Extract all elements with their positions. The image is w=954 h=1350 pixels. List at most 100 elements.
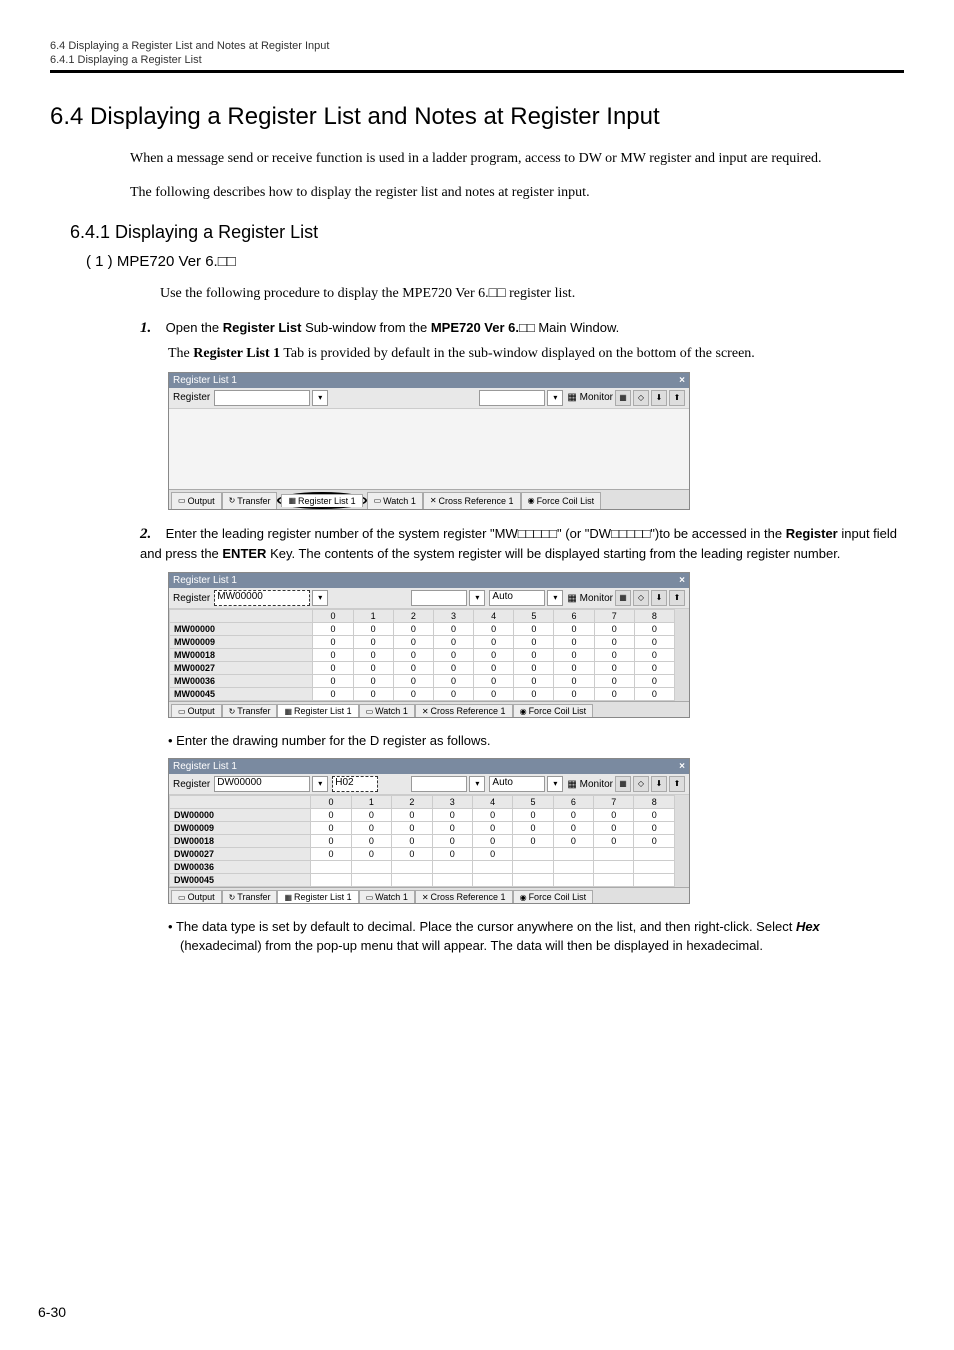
tab-transfer[interactable]: ↻Transfer <box>222 704 278 717</box>
running-head-1: 6.4 Displaying a Register List and Notes… <box>50 40 904 52</box>
ss3-title: Register List 1 <box>173 761 237 772</box>
subsection-body: Use the following procedure to display t… <box>160 284 904 304</box>
coil-icon: ◉ <box>520 707 527 716</box>
page-number: 6-30 <box>38 1304 66 1320</box>
bullet-2-c: (hexadecimal) from the pop-up menu that … <box>180 938 763 953</box>
close-icon[interactable]: × <box>679 761 685 772</box>
watch-icon: ▭ <box>366 893 374 902</box>
intro-para-1: When a message send or receive function … <box>130 149 904 169</box>
ss3-register-input[interactable]: DW00000 <box>214 776 310 792</box>
toolbar-icon[interactable]: ⬇ <box>651 390 667 406</box>
chevron-down-icon[interactable]: ▾ <box>547 590 563 606</box>
ss2-titlebar: Register List 1 × <box>169 573 689 588</box>
grid-icon: ▦ <box>284 707 292 716</box>
step-1-text-a: Open the <box>166 320 223 335</box>
tab-force-coil[interactable]: ◉Force Coil List <box>513 704 594 717</box>
toolbar-icon[interactable]: ▦ <box>615 590 631 606</box>
tab-force-coil[interactable]: ◉Force Coil List <box>513 890 594 903</box>
ss2-toolbar: Register MW00000 ▾ ▾ Auto ▾ ▦ Monitor ▦ … <box>169 588 689 609</box>
toolbar-icon[interactable]: ⬇ <box>651 776 667 792</box>
screenshot-3: Register List 1 × Register DW00000 ▾ H02… <box>168 758 690 904</box>
ss2-register-input[interactable]: MW00000 <box>214 590 310 606</box>
tab-transfer[interactable]: ↻Transfer <box>222 890 278 903</box>
tab-cross-ref[interactable]: ✕Cross Reference 1 <box>415 890 513 903</box>
toolbar-icon[interactable]: ◇ <box>633 776 649 792</box>
step-1-text-d: MPE720 Ver 6.□□ <box>431 320 535 335</box>
tab-watch[interactable]: ▭Watch 1 <box>359 704 415 717</box>
chevron-down-icon[interactable]: ▾ <box>469 776 485 792</box>
tab-register-list[interactable]: ▦Register List 1 <box>281 494 362 507</box>
tab-register-list[interactable]: ▦Register List 1 <box>277 704 358 717</box>
toolbar-icon[interactable]: ▦ <box>615 776 631 792</box>
bullet-2: The data type is set by default to decim… <box>168 918 904 954</box>
ss2-mode-dropdown[interactable]: Auto <box>489 590 545 606</box>
toolbar-icon[interactable]: ⬆ <box>669 590 685 606</box>
chevron-down-icon[interactable]: ▾ <box>312 590 328 606</box>
toolbar-icon[interactable]: ◇ <box>633 590 649 606</box>
ss2-register-label: Register <box>173 593 210 604</box>
ss1-tabs: ▭Output ↻Transfer ▦Register List 1 ▭Watc… <box>169 489 689 509</box>
chevron-down-icon[interactable]: ▾ <box>547 776 563 792</box>
ss2-title: Register List 1 <box>173 575 237 586</box>
scrollbar[interactable] <box>675 609 689 701</box>
chevron-down-icon[interactable]: ▾ <box>547 390 563 406</box>
tab-register-list[interactable]: ▦Register List 1 <box>277 890 358 903</box>
chevron-down-icon[interactable]: ▾ <box>312 390 328 406</box>
intro-para-2: The following describes how to display t… <box>130 183 904 203</box>
ss1-title: Register List 1 <box>173 375 237 386</box>
step-1-sub-a: The <box>168 346 193 361</box>
transfer-icon: ↻ <box>229 893 236 902</box>
step-2-text-d: ENTER <box>222 546 266 561</box>
cross-icon: ✕ <box>422 707 429 716</box>
ss3-prog-input[interactable]: H02 <box>332 776 378 792</box>
step-2-num: 2. <box>140 524 162 546</box>
highlight-ellipse: ▦Register List 1 <box>277 492 366 509</box>
screenshot-1: Register List 1 × Register ▾ ▾ ▦ Monitor… <box>168 372 690 510</box>
step-2-text-a: Enter the leading register number of the… <box>166 526 786 541</box>
watch-icon: ▭ <box>366 707 374 716</box>
ss2-tabs: ▭Output ↻Transfer ▦Register List 1 ▭Watc… <box>169 701 689 717</box>
tab-cross-ref[interactable]: ✕Cross Reference 1 <box>415 704 513 717</box>
step-1-text-b: Register List <box>223 320 302 335</box>
running-head-2: 6.4.1 Displaying a Register List <box>50 54 904 66</box>
chevron-down-icon[interactable]: ▾ <box>312 776 328 792</box>
step-1-sub-b: Register List 1 <box>193 346 280 361</box>
toolbar-icon[interactable]: ◇ <box>633 390 649 406</box>
scrollbar[interactable] <box>675 795 689 887</box>
ss1-register-input[interactable] <box>214 390 310 406</box>
ss1-blank-area <box>169 409 689 489</box>
toolbar-icon[interactable]: ▦ <box>615 390 631 406</box>
bullet-1: Enter the drawing number for the D regis… <box>168 732 904 750</box>
close-icon[interactable]: × <box>679 575 685 586</box>
ss3-mode-dropdown[interactable]: Auto <box>489 776 545 792</box>
tab-cross-ref[interactable]: ✕Cross Reference 1 <box>423 492 521 509</box>
tab-watch[interactable]: ▭Watch 1 <box>367 492 423 509</box>
section-title: 6.4 Displaying a Register List and Notes… <box>50 103 904 131</box>
step-1: 1. Open the Register List Sub-window fro… <box>140 318 904 340</box>
screenshot-2: Register List 1 × Register MW00000 ▾ ▾ A… <box>168 572 690 718</box>
tab-output[interactable]: ▭Output <box>171 492 222 509</box>
tab-output[interactable]: ▭Output <box>171 704 222 717</box>
step-1-sub: The Register List 1 Tab is provided by d… <box>168 346 904 362</box>
folder-icon: ▭ <box>178 707 186 716</box>
ss3-dropdown-2[interactable] <box>411 776 467 792</box>
tab-watch[interactable]: ▭Watch 1 <box>359 890 415 903</box>
tab-transfer[interactable]: ↻Transfer <box>222 492 278 509</box>
ss1-monitor-label: ▦ Monitor <box>567 392 613 403</box>
toolbar-icon[interactable]: ⬇ <box>651 590 667 606</box>
ss2-grid[interactable]: 012345678MW00000000000000MW0000900000000… <box>169 609 675 701</box>
step-2-text-b: Register <box>786 526 838 541</box>
tab-output[interactable]: ▭Output <box>171 890 222 903</box>
coil-icon: ◉ <box>520 893 527 902</box>
chevron-down-icon[interactable]: ▾ <box>469 590 485 606</box>
toolbar-icon[interactable]: ⬆ <box>669 390 685 406</box>
tab-force-coil[interactable]: ◉Force Coil List <box>521 492 602 509</box>
ss1-dropdown-2[interactable] <box>479 390 545 406</box>
ss2-dropdown-2[interactable] <box>411 590 467 606</box>
ss3-grid[interactable]: 012345678DW00000000000000DW0000900000000… <box>169 795 675 887</box>
transfer-icon: ↻ <box>229 496 236 505</box>
close-icon[interactable]: × <box>679 375 685 386</box>
header-rule <box>50 70 904 73</box>
toolbar-icon[interactable]: ⬆ <box>669 776 685 792</box>
ss3-register-label: Register <box>173 779 210 790</box>
